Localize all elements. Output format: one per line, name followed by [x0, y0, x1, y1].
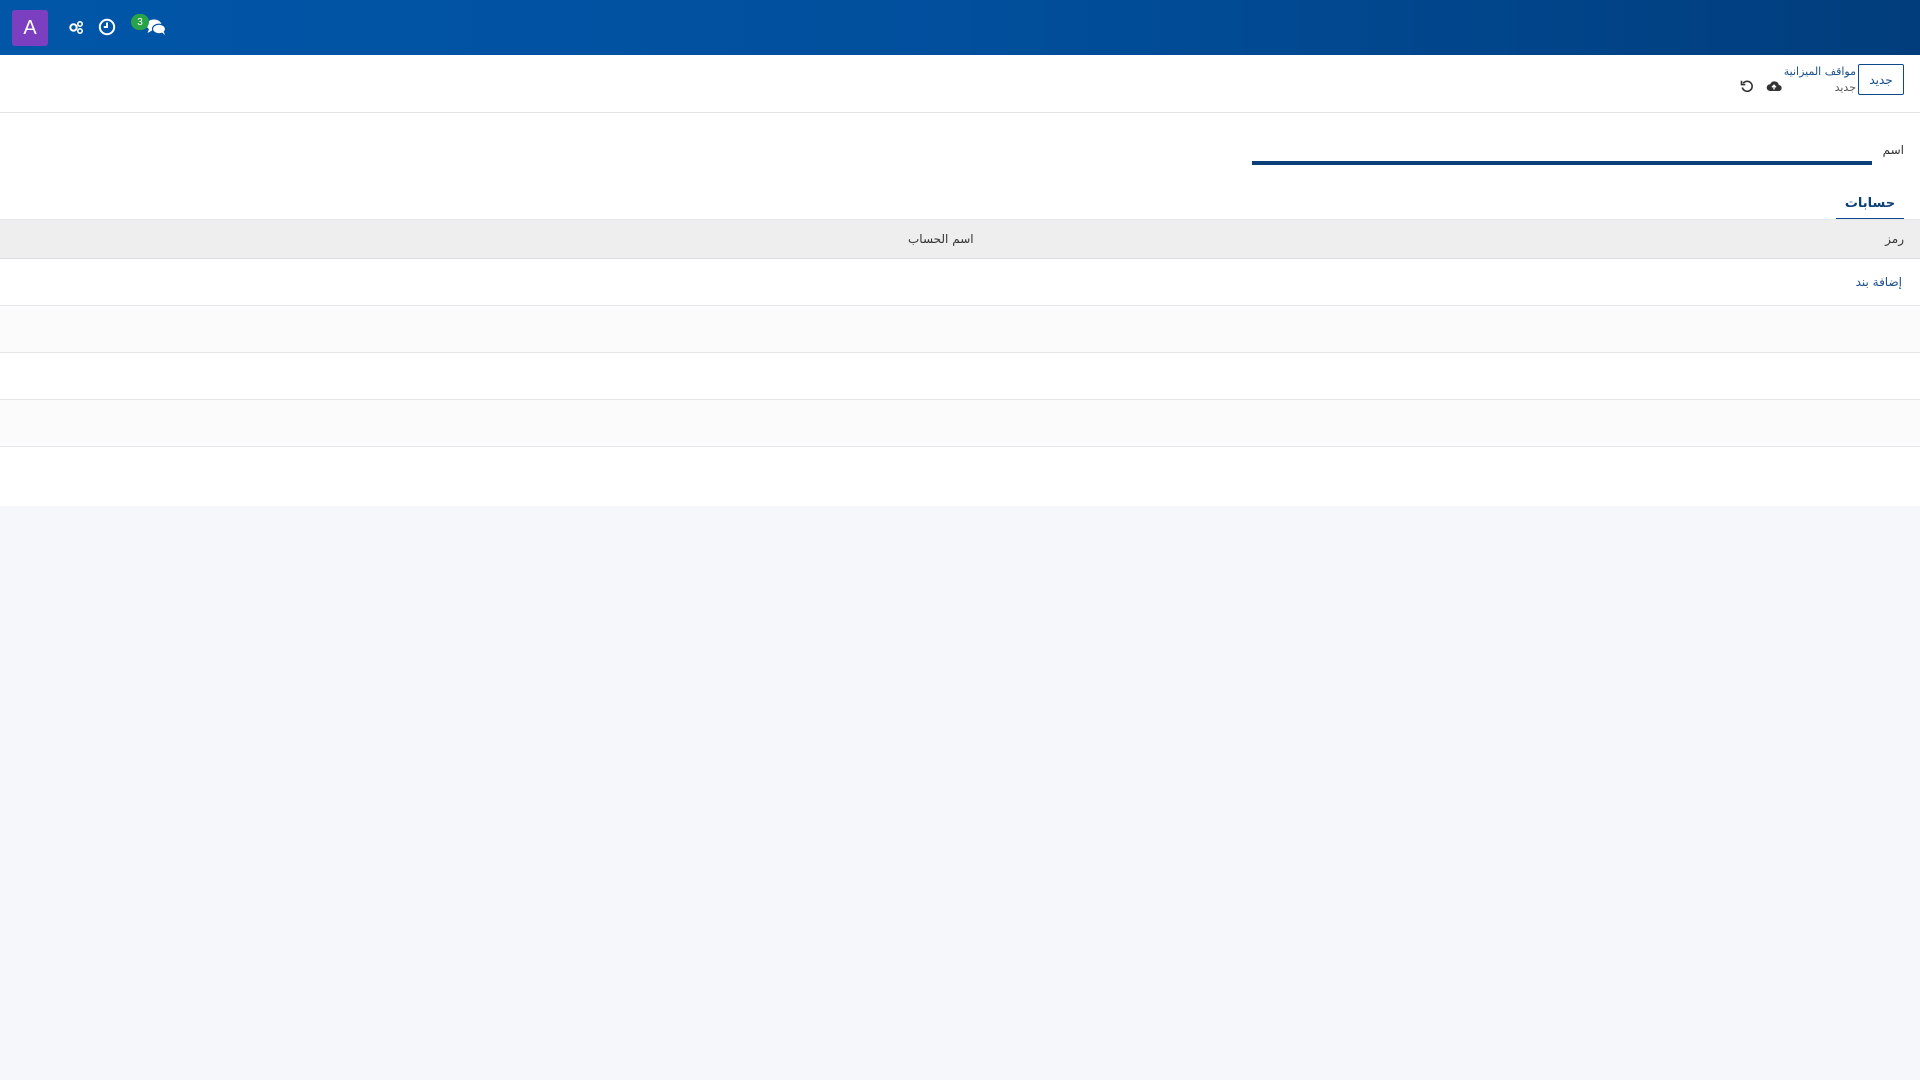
table-row: [0, 353, 1920, 400]
cloud-upload-icon[interactable]: [1765, 77, 1783, 95]
accounts-table: رمز اسم الحساب إضافة بند: [0, 220, 1920, 494]
add-line-link[interactable]: إضافة بند: [1856, 275, 1902, 289]
chat-badge: 3: [131, 14, 149, 30]
user-avatar[interactable]: A: [12, 10, 48, 46]
table-row: [0, 306, 1920, 353]
breadcrumb-parent-link[interactable]: مواقف الميزانية: [1784, 64, 1856, 80]
tab-accounts[interactable]: حسابات: [1836, 188, 1904, 220]
form-sheet: اسم حسابات رمز اسم الحساب إضافة بند: [0, 113, 1920, 506]
name-input[interactable]: [1252, 143, 1872, 165]
breadcrumb-current: جديد: [1834, 81, 1856, 94]
table-header: رمز اسم الحساب: [0, 220, 1920, 259]
table-row: [0, 400, 1920, 447]
add-line-row: إضافة بند: [0, 259, 1920, 306]
control-panel: جديد مواقف الميزانية جديد: [0, 55, 1920, 113]
top-navbar: A 3: [0, 0, 1920, 55]
undo-icon[interactable]: [1738, 77, 1756, 95]
column-header-account-name[interactable]: اسم الحساب: [908, 232, 974, 246]
breadcrumb: مواقف الميزانية جديد: [1784, 64, 1856, 96]
name-field-label: اسم: [1882, 143, 1904, 157]
column-header-code[interactable]: رمز: [1885, 232, 1904, 246]
table-row: [0, 447, 1920, 494]
new-button[interactable]: جديد: [1858, 64, 1904, 95]
activity-settings-icon[interactable]: [65, 16, 87, 38]
clock-icon[interactable]: [96, 16, 118, 38]
